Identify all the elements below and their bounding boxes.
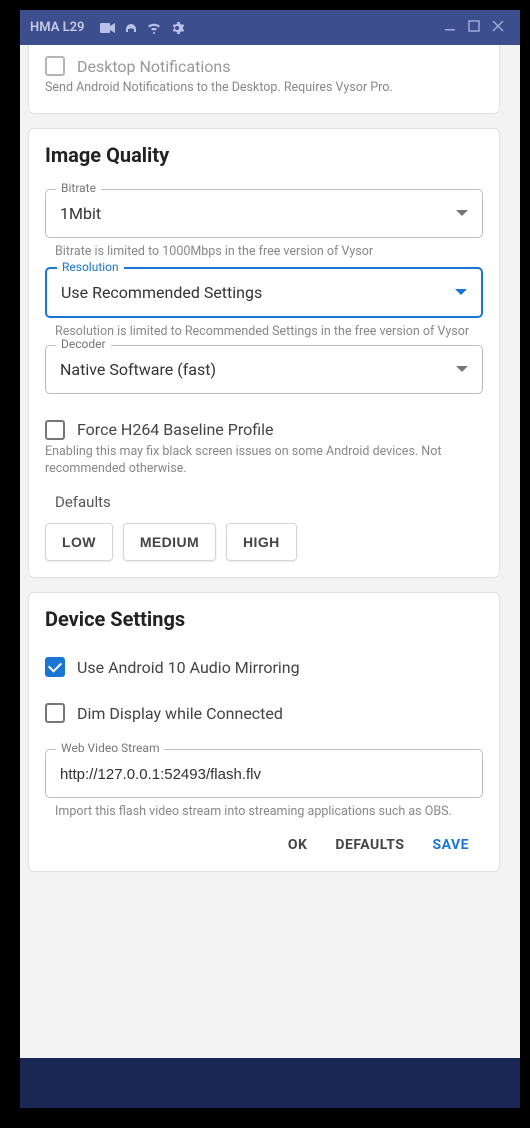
desktop-notifications-checkbox[interactable] — [45, 56, 65, 76]
preset-medium-button[interactable]: MEDIUM — [123, 523, 216, 561]
close-button[interactable] — [492, 20, 504, 36]
headphones-icon[interactable] — [124, 21, 138, 35]
bitrate-helper: Bitrate is limited to 1000Mbps in the fr… — [55, 244, 483, 261]
h264-helper: Enabling this may fix black screen issue… — [45, 444, 483, 478]
chevron-down-icon — [455, 289, 467, 295]
web-stream-input[interactable] — [60, 766, 468, 783]
preset-row: LOW MEDIUM HIGH — [45, 523, 483, 561]
audio-mirroring-checkbox[interactable] — [45, 657, 65, 677]
h264-row: Force H264 Baseline Profile — [45, 420, 483, 440]
save-button[interactable]: SAVE — [433, 837, 470, 853]
resolution-value: Use Recommended Settings — [61, 283, 455, 302]
device-settings-card: Device Settings Use Android 10 Audio Mir… — [28, 592, 500, 872]
content-area: Desktop Notifications Send Android Notif… — [20, 45, 520, 1058]
desktop-notifications-row: Desktop Notifications — [45, 56, 483, 76]
action-bar: OK DEFAULTS SAVE — [45, 821, 483, 863]
dim-display-checkbox[interactable] — [45, 703, 65, 723]
defaults-button[interactable]: DEFAULTS — [335, 837, 404, 853]
gear-icon[interactable] — [170, 21, 184, 35]
image-quality-title: Image Quality — [45, 143, 483, 167]
h264-label: Force H264 Baseline Profile — [77, 420, 273, 439]
audio-mirroring-row: Use Android 10 Audio Mirroring — [45, 657, 483, 677]
wifi-icon[interactable] — [146, 22, 162, 34]
resolution-select[interactable]: Resolution Use Recommended Settings — [45, 267, 483, 318]
app-window: HMA L29 Desktop Notificati — [20, 10, 520, 1108]
bottom-toolbar — [20, 1058, 520, 1108]
h264-checkbox[interactable] — [45, 420, 65, 440]
minimize-button[interactable] — [444, 20, 456, 36]
ok-button[interactable]: OK — [288, 837, 308, 853]
bitrate-legend: Bitrate — [56, 181, 101, 195]
desktop-notifications-label: Desktop Notifications — [77, 57, 230, 76]
dim-display-label: Dim Display while Connected — [77, 704, 283, 723]
maximize-button[interactable] — [468, 20, 480, 36]
chevron-down-icon — [456, 366, 468, 372]
audio-mirroring-label: Use Android 10 Audio Mirroring — [77, 658, 300, 677]
window-title: HMA L29 — [30, 20, 84, 35]
camera-icon[interactable] — [100, 22, 116, 34]
image-quality-card: Image Quality Bitrate 1Mbit Bitrate is l… — [28, 128, 500, 579]
preset-low-button[interactable]: LOW — [45, 523, 113, 561]
resolution-helper: Resolution is limited to Recommended Set… — [55, 324, 483, 341]
web-stream-legend: Web Video Stream — [56, 741, 164, 755]
decoder-value: Native Software (fast) — [60, 360, 456, 379]
dim-display-row: Dim Display while Connected — [45, 703, 483, 723]
scroll-area[interactable]: Desktop Notifications Send Android Notif… — [28, 45, 512, 1058]
defaults-label: Defaults — [55, 493, 483, 511]
titlebar: HMA L29 — [20, 10, 520, 45]
notifications-card: Desktop Notifications Send Android Notif… — [28, 45, 500, 114]
preset-high-button[interactable]: HIGH — [226, 523, 297, 561]
resolution-legend: Resolution — [57, 260, 124, 274]
bitrate-value: 1Mbit — [60, 204, 456, 223]
decoder-select[interactable]: Decoder Native Software (fast) — [45, 345, 483, 394]
web-stream-field: Web Video Stream — [45, 749, 483, 798]
device-settings-title: Device Settings — [45, 607, 483, 631]
chevron-down-icon — [456, 210, 468, 216]
web-stream-helper: Import this flash video stream into stre… — [55, 804, 483, 821]
desktop-notifications-helper: Send Android Notifications to the Deskto… — [45, 80, 483, 97]
decoder-legend: Decoder — [56, 337, 111, 351]
bitrate-select[interactable]: Bitrate 1Mbit — [45, 189, 483, 238]
